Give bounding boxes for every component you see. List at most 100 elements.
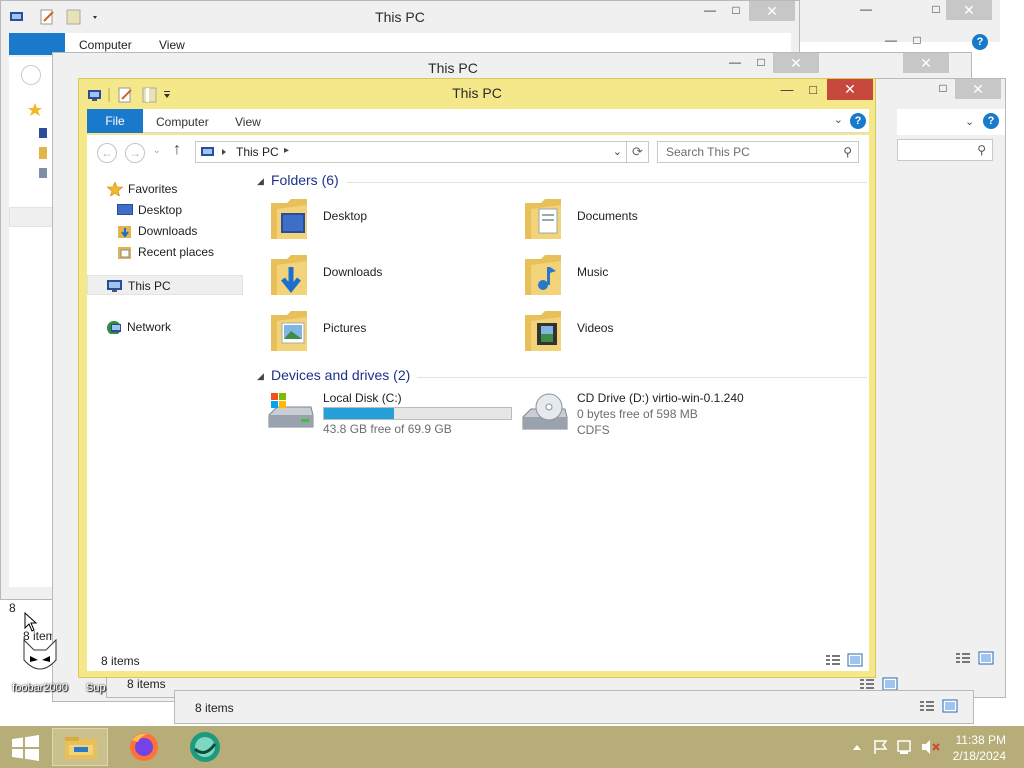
- folder-tile-pictures[interactable]: Pictures: [265, 305, 515, 357]
- start-button-icon[interactable]: [0, 728, 56, 766]
- nav-downloads[interactable]: Downloads: [87, 221, 243, 241]
- search-input[interactable]: Search This PC ⚲: [657, 141, 859, 163]
- minimize-button[interactable]: —: [877, 31, 905, 51]
- drive-name: CD Drive (D:) virtio-win-0.1.240: [577, 391, 744, 405]
- collapse-triangle-icon[interactable]: ◢: [257, 371, 264, 382]
- nav-recent-places-label: Recent places: [138, 245, 215, 259]
- drive-tile-c[interactable]: Local Disk (C:) 43.8 GB free of 69.9 GB: [265, 389, 515, 439]
- drive-usage-bar: [323, 407, 512, 420]
- nav-recent-places[interactable]: Recent places: [87, 242, 243, 262]
- breadcrumb-chevron-icon[interactable]: ▸: [284, 145, 289, 156]
- collapse-triangle-icon[interactable]: ◢: [257, 176, 264, 187]
- taskbar-file-explorer[interactable]: [52, 728, 108, 766]
- computer-tab[interactable]: Computer: [156, 109, 209, 133]
- nav-favorites[interactable]: Favorites: [87, 179, 243, 199]
- close-button[interactable]: ✕: [955, 79, 1001, 99]
- drive-tile-d[interactable]: CD Drive (D:) virtio-win-0.1.240 0 bytes…: [519, 389, 819, 439]
- folder-tile-videos[interactable]: Videos: [519, 305, 769, 357]
- maximize-button[interactable]: □: [722, 1, 750, 21]
- close-button[interactable]: ✕: [827, 79, 873, 100]
- file-explorer-icon: [65, 737, 97, 759]
- view-toggle-icons[interactable]: [859, 677, 899, 691]
- cd-drive-icon: [522, 393, 568, 430]
- expand-ribbon-icon[interactable]: ⌄: [834, 113, 843, 126]
- back-button[interactable]: ←: [97, 143, 117, 163]
- help-icon[interactable]: ?: [983, 113, 999, 129]
- drives-group-title: Devices and drives (2): [271, 367, 411, 383]
- help-icon[interactable]: ?: [972, 34, 988, 50]
- maximize-button[interactable]: □: [800, 81, 826, 101]
- minimize-button[interactable]: —: [721, 53, 749, 73]
- help-icon[interactable]: ?: [850, 113, 866, 129]
- folder-name: Downloads: [323, 265, 383, 279]
- drives-group-header[interactable]: ◢ Devices and drives (2): [257, 367, 867, 387]
- status-bar: 8 items: [87, 649, 869, 671]
- desktop-icon: [117, 204, 133, 215]
- up-arrow-icon[interactable]: ↑: [173, 141, 181, 159]
- navigation-pane: Favorites Desktop Downloads Recent place…: [87, 167, 247, 649]
- nav-favorites-label: Favorites: [128, 182, 178, 196]
- nav-desktop-label: Desktop: [138, 203, 183, 217]
- maximize-button[interactable]: □: [747, 53, 775, 73]
- explorer-window[interactable]: This PC — □ ✕ File Computer View ⌄ ? ← →…: [78, 78, 876, 678]
- forward-button[interactable]: →: [125, 143, 145, 163]
- folders-group-title: Folders (6): [271, 172, 339, 188]
- background-status: 8 items: [127, 677, 166, 691]
- large-icons-view-icon[interactable]: [847, 653, 863, 667]
- desktop-shortcut-foobar2000[interactable]: foobar2000: [8, 626, 72, 696]
- minimize-button[interactable]: —: [774, 81, 800, 101]
- close-button[interactable]: ✕: [749, 1, 795, 21]
- app-icon[interactable]: [180, 728, 236, 766]
- details-view-icon[interactable]: [825, 653, 841, 667]
- title-bar[interactable]: This PC — □ ✕: [79, 79, 875, 109]
- nav-this-pc-label: This PC: [128, 279, 171, 293]
- this-pc-icon: [107, 280, 122, 292]
- background-window-5[interactable]: 8 items: [174, 690, 974, 724]
- view-toggle-icons[interactable]: [919, 699, 959, 713]
- folder-name: Pictures: [323, 321, 367, 335]
- background-search[interactable]: ⚲: [897, 139, 993, 161]
- minimize-button[interactable]: —: [852, 0, 880, 20]
- folder-tile-music[interactable]: Music: [519, 249, 769, 301]
- view-tab[interactable]: View: [235, 109, 261, 133]
- folder-name: Music: [577, 265, 609, 279]
- file-tab[interactable]: File: [87, 109, 143, 133]
- firefox-icon[interactable]: [118, 728, 174, 766]
- clock[interactable]: 11:38 PM 2/18/2024: [953, 732, 1006, 764]
- view-toggle-icons[interactable]: [955, 651, 995, 665]
- downloads-icon: [118, 226, 131, 238]
- background-ribbon: ⌄ ?: [897, 109, 1005, 135]
- computer-tab[interactable]: Computer: [79, 38, 132, 52]
- address-dropdown-icon[interactable]: ⌄: [613, 145, 622, 158]
- maximize-button[interactable]: □: [929, 79, 957, 99]
- refresh-button[interactable]: ⟳: [627, 141, 649, 163]
- close-button[interactable]: ✕: [773, 53, 819, 73]
- music-folder-icon: [525, 255, 561, 295]
- folder-tile-downloads[interactable]: Downloads: [265, 249, 515, 301]
- search-icon[interactable]: ⚲: [843, 145, 852, 159]
- maximize-button[interactable]: □: [903, 31, 931, 51]
- minimize-button[interactable]: —: [696, 1, 724, 21]
- nav-network-label: Network: [127, 320, 172, 334]
- navigation-bar: ← → ⌄ ↑ This PC ▸ ⌄ ⟳ Search This PC ⚲: [87, 135, 869, 167]
- pictures-folder-icon: [271, 311, 307, 351]
- folder-tile-documents[interactable]: Documents: [519, 193, 769, 245]
- close-button[interactable]: ✕: [903, 53, 949, 73]
- recent-locations-chevron-icon[interactable]: ⌄: [153, 145, 161, 156]
- nav-desktop[interactable]: Desktop: [87, 200, 243, 220]
- nav-network[interactable]: Network: [87, 317, 243, 337]
- nav-this-pc[interactable]: This PC: [87, 275, 243, 295]
- address-bar[interactable]: This PC ▸ ⌄: [195, 141, 627, 163]
- back-button[interactable]: [21, 65, 41, 85]
- system-tray-icons[interactable]: [850, 738, 944, 756]
- desktop-shortcut-label-truncated[interactable]: Sup: [86, 682, 106, 694]
- favorites-star-icon: [107, 182, 123, 196]
- address-location[interactable]: This PC: [236, 145, 279, 159]
- close-button[interactable]: ✕: [946, 0, 992, 20]
- folder-tile-desktop[interactable]: Desktop: [265, 193, 515, 245]
- view-tab[interactable]: View: [159, 38, 185, 52]
- folder-name: Desktop: [323, 209, 368, 223]
- folders-group-header[interactable]: ◢ Folders (6): [257, 172, 867, 192]
- group-divider: [347, 182, 867, 183]
- content-pane: ◢ Folders (6) Desktop Documents Download…: [253, 167, 869, 649]
